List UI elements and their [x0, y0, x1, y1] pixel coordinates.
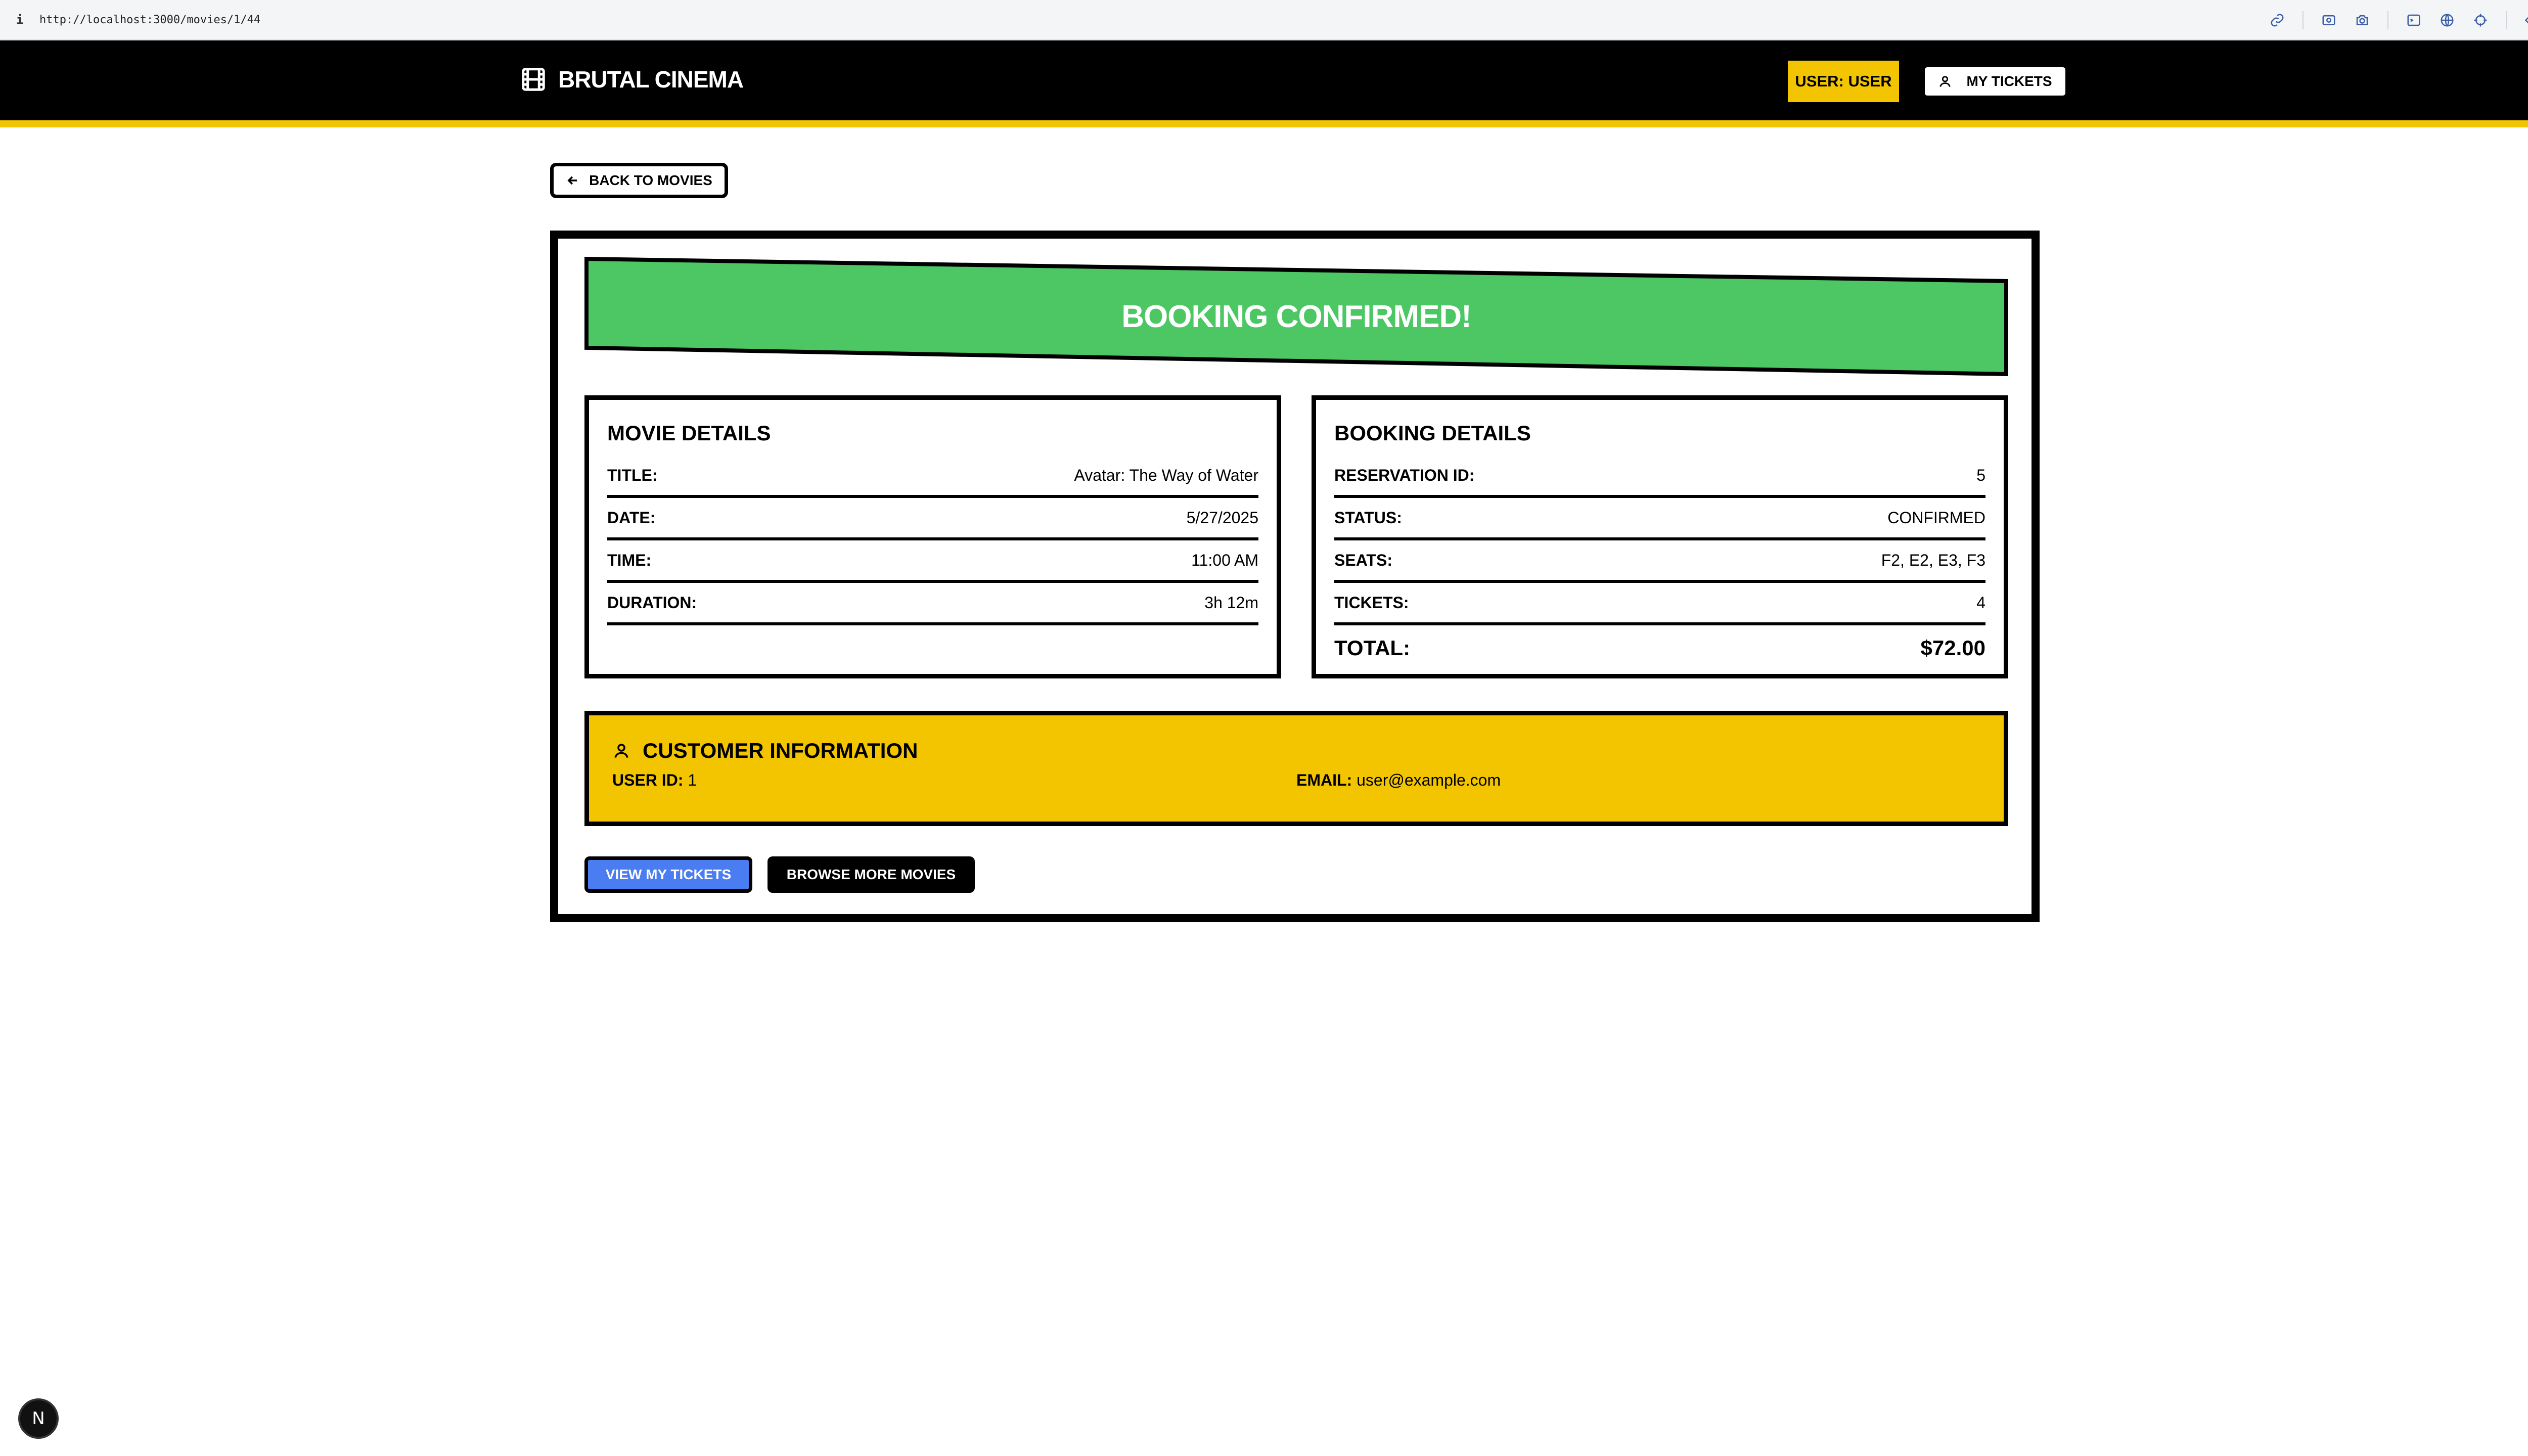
- browser-actions: [2269, 0, 2528, 40]
- detail-label: TICKETS:: [1334, 593, 1409, 612]
- detail-label: STATUS:: [1334, 508, 1402, 527]
- detail-row-time: TIME: 11:00 AM: [607, 540, 1258, 583]
- booking-details-panel: BOOKING DETAILS RESERVATION ID: 5 STATUS…: [1312, 395, 2008, 678]
- arrow-left-icon: [567, 176, 577, 185]
- detail-row-seats: SEATS: F2, E2, E3, F3: [1334, 540, 1985, 583]
- tickets-value: 4: [1976, 593, 1985, 612]
- brand-name: BRUTAL CINEMA: [558, 66, 744, 93]
- link-icon[interactable]: [2269, 12, 2285, 28]
- user-id-label: USER ID:: [612, 771, 684, 789]
- movie-title-value: Avatar: The Way of Water: [1074, 466, 1258, 484]
- confirmation-banner: BOOKING CONFIRMED!: [584, 257, 2008, 376]
- back-to-movies-label: BACK TO MOVIES: [589, 172, 712, 188]
- booking-details-title: BOOKING DETAILS: [1334, 421, 1531, 445]
- detail-row-date: DATE: 5/27/2025: [607, 498, 1258, 540]
- toolbar-divider: [2303, 11, 2304, 29]
- total-label: TOTAL:: [1334, 636, 1411, 660]
- toolbar-divider: [2506, 11, 2507, 29]
- film-icon: [522, 68, 545, 91]
- address-bar[interactable]: http://localhost:3000/movies/1/44: [39, 14, 260, 26]
- browser-toolbar: i http://localhost:3000/movies/1/44: [0, 0, 2528, 40]
- detail-row-status: STATUS: CONFIRMED: [1334, 498, 1985, 540]
- movie-duration-value: 3h 12m: [1204, 593, 1258, 612]
- email-label: EMAIL:: [1296, 771, 1352, 789]
- total-value: $72.00: [1920, 636, 1985, 660]
- customer-info-heading: CUSTOMER INFORMATION: [612, 737, 1980, 765]
- detail-label: DURATION:: [607, 593, 697, 612]
- detail-label: DATE:: [607, 508, 656, 527]
- movie-details-title: MOVIE DETAILS: [607, 421, 771, 445]
- detail-row-tickets: TICKETS: 4: [1334, 583, 1985, 625]
- detail-label: SEATS:: [1334, 551, 1392, 569]
- my-tickets-label: MY TICKETS: [1966, 73, 2052, 89]
- user-badge: USER: USER: [1788, 61, 1899, 102]
- terminal-icon[interactable]: [2406, 12, 2422, 28]
- detail-row-duration: DURATION: 3h 12m: [607, 583, 1258, 625]
- user-icon: [614, 744, 628, 758]
- detail-row-reservation-id: RESERVATION ID: 5: [1334, 456, 1985, 498]
- site-info-icon[interactable]: i: [16, 13, 26, 27]
- reservation-id-value: 5: [1976, 466, 1985, 484]
- toolbar-divider: [2387, 11, 2388, 29]
- screenshot-icon[interactable]: [2321, 12, 2337, 28]
- code-icon[interactable]: [2524, 12, 2528, 28]
- brand-logo[interactable]: BRUTAL CINEMA: [520, 66, 744, 93]
- globe-icon[interactable]: [2439, 12, 2455, 28]
- detail-label: TITLE:: [607, 466, 658, 484]
- customer-info-panel: CUSTOMER INFORMATION USER ID: 1 EMAIL: u…: [584, 711, 2008, 826]
- user-id-value: 1: [688, 771, 697, 789]
- user-icon: [1939, 76, 1951, 87]
- app-header: BRUTAL CINEMA USER: USER MY TICKETS: [0, 40, 2528, 127]
- nextjs-dev-badge[interactable]: N: [18, 1398, 59, 1439]
- confirmation-card: BOOKING CONFIRMED! MOVIE DETAILS TITLE: …: [550, 231, 2040, 922]
- detail-label: TIME:: [607, 551, 652, 569]
- movie-time-value: 11:00 AM: [1191, 551, 1258, 569]
- customer-user-id: USER ID: 1: [612, 771, 1296, 790]
- movie-details-panel: MOVIE DETAILS TITLE: Avatar: The Way of …: [584, 395, 1281, 678]
- back-to-movies-button[interactable]: BACK TO MOVIES: [550, 163, 728, 198]
- status-value: CONFIRMED: [1887, 508, 1985, 527]
- detail-row-title: TITLE: Avatar: The Way of Water: [607, 456, 1258, 498]
- detail-label: RESERVATION ID:: [1334, 466, 1475, 484]
- confirmation-title: BOOKING CONFIRMED!: [1121, 299, 1472, 334]
- browse-more-movies-button[interactable]: BROWSE MORE MOVIES: [768, 856, 975, 893]
- movie-date-value: 5/27/2025: [1186, 508, 1258, 527]
- my-tickets-button[interactable]: MY TICKETS: [1923, 66, 2067, 97]
- target-icon[interactable]: [2472, 12, 2489, 28]
- customer-info-title: CUSTOMER INFORMATION: [643, 739, 918, 762]
- customer-email: EMAIL: user@example.com: [1296, 771, 1980, 790]
- seats-value: F2, E2, E3, F3: [1881, 551, 1985, 569]
- email-value: user@example.com: [1357, 771, 1501, 789]
- customer-info-grid: USER ID: 1 EMAIL: user@example.com: [612, 771, 1980, 790]
- detail-row-total: TOTAL: $72.00: [1334, 625, 1985, 671]
- camera-icon[interactable]: [2354, 12, 2370, 28]
- view-my-tickets-button[interactable]: VIEW MY TICKETS: [584, 856, 752, 893]
